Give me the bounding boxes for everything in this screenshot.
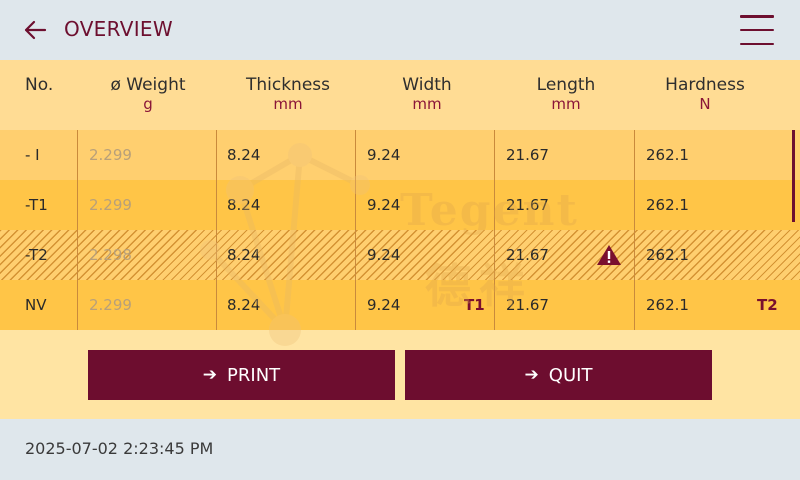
overview-table: No. ø Weight g Thickness mm Width mm Len…: [0, 60, 800, 419]
column-divider: [634, 130, 635, 330]
cell-width: 9.24: [367, 196, 401, 214]
cell-no: - I: [25, 146, 40, 164]
page-title: OVERVIEW: [64, 17, 173, 41]
column-header-width: Width mm: [402, 75, 452, 113]
warning-triangle-icon: [597, 245, 621, 265]
table-row[interactable]: - I 2.299 8.24 9.24 21.67 262.1: [0, 130, 800, 180]
cell-width: 9.24: [367, 296, 401, 314]
cell-thickness: 8.24: [227, 196, 261, 214]
top-bar: OVERVIEW: [0, 0, 800, 60]
scroll-indicator[interactable]: [792, 130, 795, 222]
cell-weight: 2.299: [89, 196, 132, 214]
cell-hardness: 262.1: [646, 146, 689, 164]
cell-weight: 2.299: [89, 146, 132, 164]
table-row[interactable]: -T2 2.298 8.24 9.24 21.67 262.1: [0, 230, 800, 280]
cell-length: 21.67: [506, 146, 549, 164]
table-row[interactable]: NV 2.299 8.24 9.24 T1 21.67 262.1 T2: [0, 280, 800, 330]
cell-thickness: 8.24: [227, 146, 261, 164]
cell-weight: 2.298: [89, 246, 132, 264]
column-divider: [494, 130, 495, 330]
cell-weight: 2.299: [89, 296, 132, 314]
cell-length: 21.67: [506, 246, 549, 264]
cell-hardness: 262.1: [646, 296, 689, 314]
cell-hardness: 262.1: [646, 196, 689, 214]
cell-length: 21.67: [506, 196, 549, 214]
column-header-hardness: Hardness N: [665, 75, 745, 113]
print-button-label: PRINT: [227, 364, 281, 386]
column-header-no: No.: [25, 75, 54, 95]
hardness-tag: T2: [757, 296, 778, 314]
cell-length: 21.67: [506, 296, 549, 314]
cell-width: 9.24: [367, 246, 401, 264]
quit-button-label: QUIT: [548, 364, 593, 386]
cell-width: 9.24: [367, 146, 401, 164]
quit-button[interactable]: ➔ QUIT: [405, 350, 712, 400]
hamburger-menu-icon: [740, 15, 774, 18]
menu-button[interactable]: [740, 15, 774, 45]
width-tag: T1: [464, 296, 485, 314]
column-header-length: Length mm: [536, 75, 596, 113]
column-divider: [216, 130, 217, 330]
table-header: No. ø Weight g Thickness mm Width mm Len…: [0, 60, 800, 130]
arrow-right-icon: ➔: [524, 365, 539, 385]
cell-no: NV: [25, 296, 47, 314]
back-button[interactable]: [18, 14, 52, 46]
cell-no: -T2: [25, 246, 48, 264]
print-button[interactable]: ➔ PRINT: [88, 350, 395, 400]
column-divider: [77, 130, 78, 330]
cell-hardness: 262.1: [646, 246, 689, 264]
cell-thickness: 8.24: [227, 296, 261, 314]
timestamp: 2025-07-02 2:23:45 PM: [25, 439, 214, 458]
column-divider: [355, 130, 356, 330]
status-bar: 2025-07-02 2:23:45 PM: [0, 419, 800, 480]
column-header-weight: ø Weight g: [110, 75, 186, 113]
cell-thickness: 8.24: [227, 246, 261, 264]
column-header-thickness: Thickness mm: [245, 75, 331, 113]
table-row[interactable]: -T1 2.299 8.24 9.24 21.67 262.1: [0, 180, 800, 230]
arrow-left-icon: [24, 20, 47, 40]
arrow-right-icon: ➔: [202, 365, 218, 385]
cell-no: -T1: [25, 196, 48, 214]
